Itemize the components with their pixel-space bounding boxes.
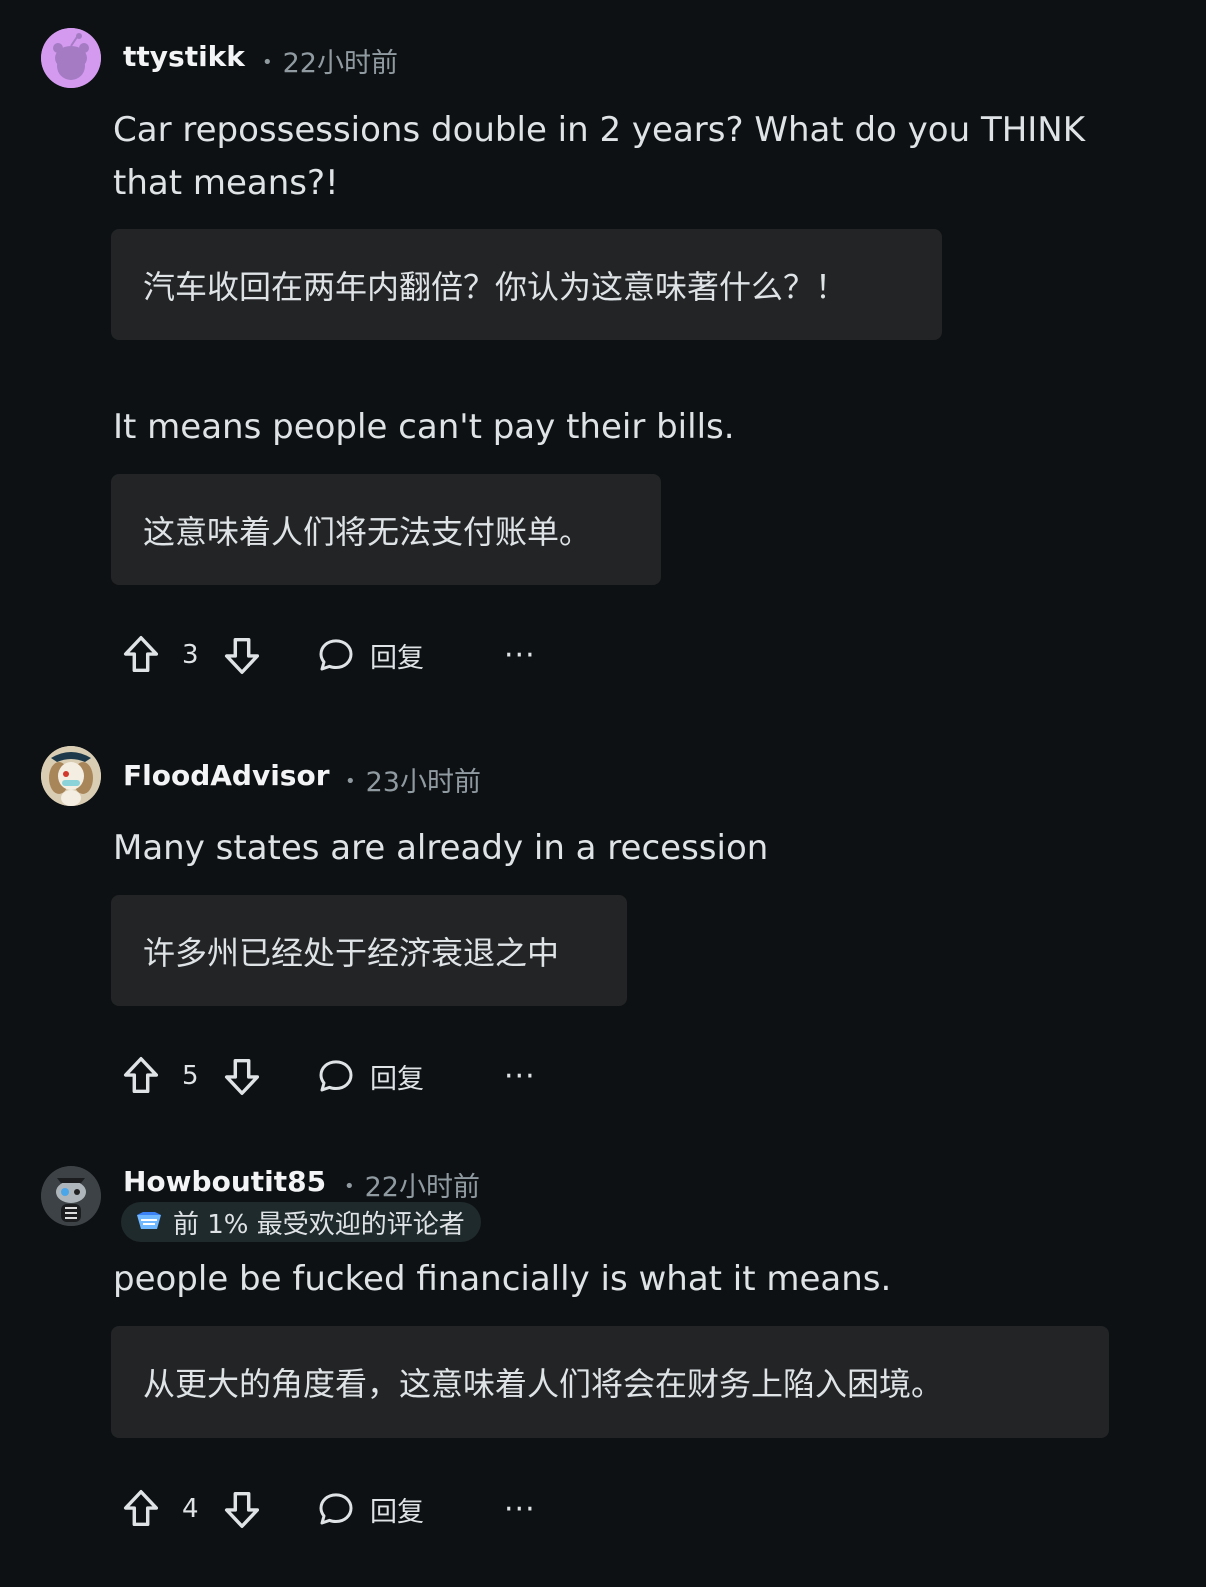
- translation-text: 从更大的角度看，这意味着人们将会在财务上陷入困境。: [143, 1365, 944, 1403]
- vote-count: 5: [182, 1061, 199, 1091]
- timestamp: • 22小时前: [262, 48, 398, 79]
- top-commenter-badge-icon: [137, 1212, 161, 1229]
- vote-count: 3: [182, 640, 199, 670]
- upvote-button[interactable]: [118, 1484, 164, 1534]
- downvote-button[interactable]: [219, 1051, 265, 1101]
- reply-button[interactable]: 回复: [316, 1051, 424, 1101]
- comment-text: Many states are already in a recession: [113, 828, 769, 868]
- timestamp-text: 22小时前: [364, 1172, 480, 1203]
- username[interactable]: Howboutit85: [123, 1165, 326, 1198]
- downvote-icon: [224, 1491, 260, 1528]
- avatar-icon: [41, 1166, 101, 1226]
- reply-button[interactable]: 回复: [316, 1484, 424, 1534]
- upvote-icon: [123, 1057, 159, 1094]
- more-options-button[interactable]: ···: [504, 1051, 536, 1101]
- translation-box: 这意味着人们将无法支付账单。: [111, 474, 661, 585]
- translation-box: 许多州已经处于经济衰退之中: [111, 895, 627, 1006]
- comment-bubble-icon: [319, 1493, 353, 1525]
- upvote-icon: [123, 1490, 159, 1527]
- upvote-button[interactable]: [118, 630, 164, 680]
- downvote-button[interactable]: [219, 630, 265, 680]
- more-options-button[interactable]: ···: [504, 630, 536, 680]
- snoo-avatar-icon: [41, 28, 101, 88]
- upvote-icon: [123, 636, 159, 673]
- username[interactable]: FloodAdvisor: [123, 759, 330, 792]
- vote-count: 4: [182, 1494, 199, 1524]
- reply-label: 回复: [370, 1496, 424, 1528]
- avatar[interactable]: [41, 1166, 101, 1226]
- badge-label: 前 1% 最受欢迎的评论者: [173, 1209, 465, 1240]
- timestamp-text: 22小时前: [282, 48, 398, 79]
- comment-bubble-icon: [319, 639, 353, 671]
- avatar-icon: [41, 746, 101, 806]
- comment-actions: 5 回复 ···: [118, 1051, 578, 1101]
- downvote-button[interactable]: [219, 1484, 265, 1534]
- timestamp-text: 23小时前: [365, 767, 481, 798]
- translation-text: 汽车收回在两年内翻倍？你认为这意味著什么？！: [143, 267, 848, 306]
- avatar[interactable]: [41, 746, 101, 806]
- translation-text: 许多州已经处于经济衰退之中: [143, 933, 560, 972]
- downvote-icon: [224, 1058, 260, 1095]
- translation-box: 汽车收回在两年内翻倍？你认为这意味著什么？！: [111, 229, 942, 340]
- comment-text: Car repossessions double in 2 years? Wha…: [113, 110, 1086, 203]
- timestamp: • 23小时前: [345, 767, 481, 798]
- comment-text: people be fucked financially is what it …: [113, 1259, 892, 1299]
- avatar[interactable]: [41, 28, 101, 88]
- reply-label: 回复: [370, 642, 424, 674]
- reply-button[interactable]: 回复: [316, 630, 424, 680]
- comment-actions: 3 回复 ···: [118, 630, 578, 680]
- top-commenter-badge[interactable]: 前 1% 最受欢迎的评论者: [121, 1202, 481, 1242]
- comment-bubble-icon: [319, 1060, 353, 1092]
- translation-box: 从更大的角度看，这意味着人们将会在财务上陷入困境。: [111, 1326, 1109, 1438]
- translation-text: 这意味着人们将无法支付账单。: [143, 512, 592, 551]
- downvote-icon: [224, 637, 260, 674]
- comment-text: It means people can't pay their bills.: [113, 407, 735, 447]
- timestamp: • 22小时前: [344, 1172, 480, 1203]
- comment-actions: 4 回复 ···: [118, 1484, 578, 1534]
- username[interactable]: ttystikk: [123, 40, 245, 73]
- reply-label: 回复: [370, 1063, 424, 1095]
- upvote-button[interactable]: [118, 1051, 164, 1101]
- more-options-button[interactable]: ···: [504, 1484, 536, 1534]
